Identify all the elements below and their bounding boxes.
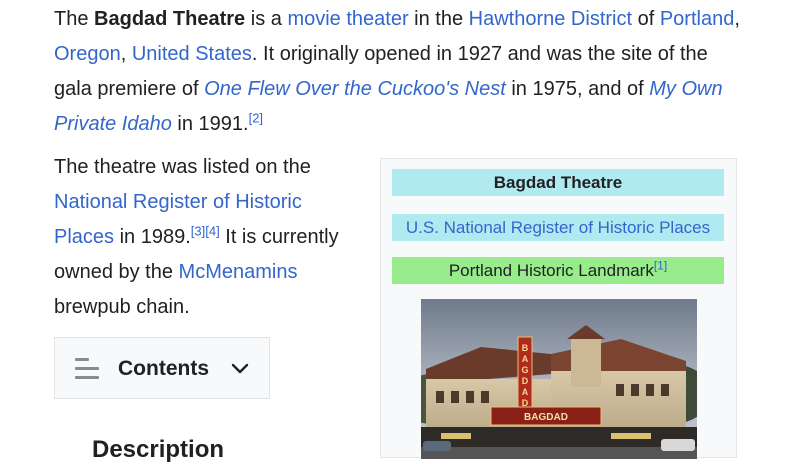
link-mcmenamins[interactable]: McMenamins	[179, 261, 298, 283]
vertical-sign-letter: D	[522, 376, 529, 386]
ref-1[interactable]: [1]	[654, 258, 667, 272]
link-portland[interactable]: Portland	[660, 8, 735, 30]
chevron-down-icon	[231, 359, 249, 377]
intro-paragraph: The Bagdad Theatre is a movie theater in…	[54, 2, 744, 142]
intro-text: of	[632, 8, 660, 30]
intro-text: The	[54, 8, 95, 30]
vertical-sign-letter: A	[522, 354, 529, 364]
section-heading: Description	[92, 436, 225, 463]
intro-text: in 1991.	[171, 113, 249, 135]
contents-label: Contents	[118, 357, 209, 380]
article-subject: Bagdad Theatre	[94, 8, 246, 30]
ref-4[interactable]: [4]	[205, 223, 219, 238]
body-text: The theatre was listed on the	[54, 156, 311, 178]
history-paragraph: The theatre was listed on the National R…	[54, 150, 354, 325]
intro-text: ,	[734, 8, 740, 30]
ref-3[interactable]: [3]	[191, 223, 205, 238]
infobox-landmark: Portland Historic Landmark[1]	[392, 257, 724, 284]
intro-text: in the	[408, 8, 469, 30]
theatre-photo-image: B A G D A D BAGDAD	[421, 299, 697, 459]
ref-2[interactable]: [2]	[249, 110, 263, 125]
infobox-nrhp-link[interactable]: U.S. National Register of Historic Place…	[392, 214, 724, 241]
infobox-title: Bagdad Theatre	[392, 169, 724, 196]
link-movie-theater[interactable]: movie theater	[287, 8, 408, 30]
intro-text: ,	[120, 43, 132, 65]
vertical-sign-letter: B	[522, 343, 529, 353]
marquee-sign: BAGDAD	[524, 412, 568, 423]
hamburger-icon	[75, 358, 99, 380]
link-oregon[interactable]: Oregon	[54, 43, 121, 65]
intro-text: in 1975, and of	[505, 78, 650, 100]
vertical-sign-letter: G	[521, 365, 528, 375]
infobox: Bagdad Theatre U.S. National Register of…	[380, 158, 737, 459]
body-text: in 1989.	[114, 226, 191, 248]
body-text: brewpub chain.	[54, 296, 190, 318]
vertical-sign-letter: A	[522, 387, 529, 397]
intro-text: is a	[245, 8, 288, 30]
theatre-photo[interactable]: B A G D A D BAGDAD	[421, 299, 697, 459]
link-united-states[interactable]: United States	[132, 43, 252, 65]
contents-toggle[interactable]: Contents	[54, 337, 270, 399]
link-cuckoos-nest[interactable]: One Flew Over the Cuckoo's Nest	[204, 78, 506, 100]
landmark-label: Portland Historic Landmark	[448, 261, 654, 280]
link-hawthorne-district[interactable]: Hawthorne District	[469, 8, 632, 30]
